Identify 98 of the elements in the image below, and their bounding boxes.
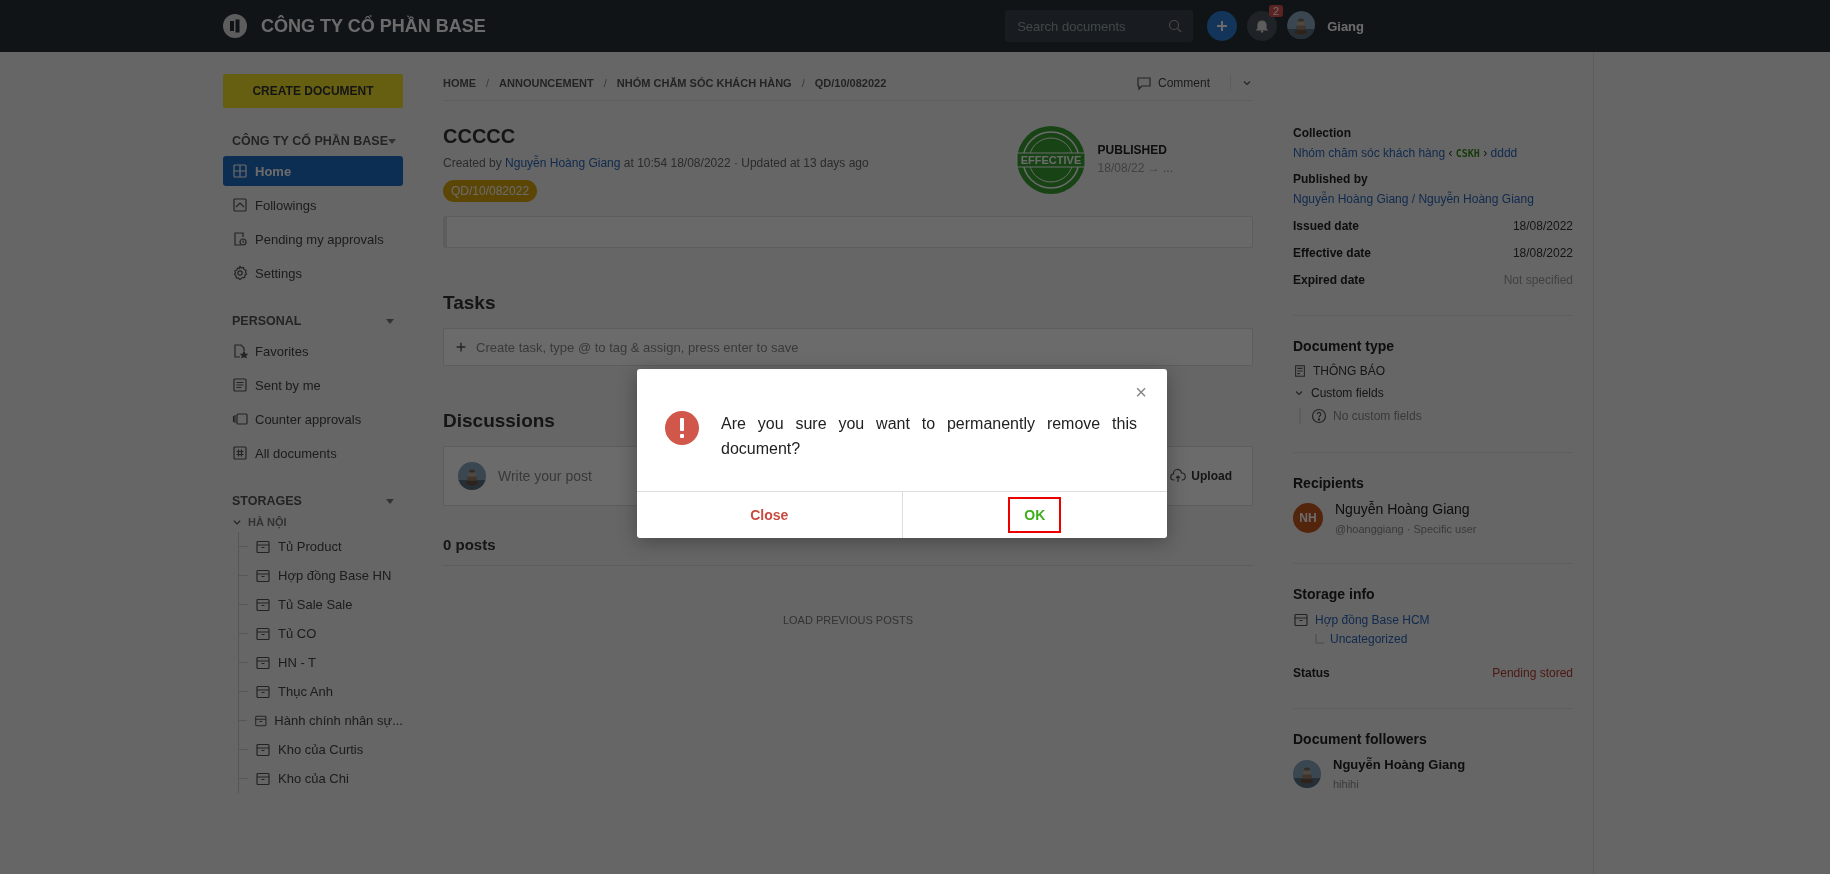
archive-box-icon bbox=[255, 741, 271, 758]
sidebar-item[interactable]: Counter approvals bbox=[223, 404, 403, 434]
document-tag: QD/10/082022 bbox=[443, 180, 538, 202]
field-label: Collection bbox=[1293, 126, 1352, 140]
document-meta: Created by Nguyễn Hoàng Giang at 10:54 18/08/2022 · Updated at 13 days ago bbox=[443, 156, 869, 170]
sidebar-item[interactable]: All documents bbox=[223, 438, 403, 468]
hash-document-icon bbox=[232, 445, 248, 461]
archive-box-icon bbox=[255, 683, 271, 700]
archive-box-icon bbox=[255, 596, 271, 613]
storage-link[interactable]: Hợp đồng Base HCM bbox=[1315, 613, 1430, 627]
storage-item[interactable]: Tủ Product bbox=[239, 532, 403, 561]
sidebar-item[interactable]: Home bbox=[223, 156, 403, 186]
field-value: 18/08/2022 bbox=[1512, 219, 1573, 233]
field-value: Pending stored bbox=[1492, 666, 1573, 680]
breadcrumb-link[interactable]: NHÓM CHĂM SÓC KHÁCH HÀNG bbox=[616, 77, 792, 89]
comment-button[interactable]: Comment bbox=[1126, 75, 1220, 91]
search-icon bbox=[1167, 18, 1184, 34]
logo-icon bbox=[223, 14, 247, 38]
publisher-link[interactable]: Nguyễn Hoàng Giang / Nguyễn Hoàng Giang bbox=[1293, 192, 1534, 206]
sidebar-item[interactable]: Sent by me bbox=[223, 370, 403, 400]
bell-icon bbox=[1254, 18, 1271, 34]
add-button[interactable] bbox=[1207, 11, 1238, 41]
breadcrumb-link[interactable]: HOME bbox=[443, 77, 476, 89]
comment-icon bbox=[1136, 75, 1152, 91]
archive-box-icon bbox=[255, 625, 271, 642]
section-title[interactable]: CÔNG TY CỔ PHẦN BASE bbox=[232, 134, 389, 148]
storage-item[interactable]: Hành chính nhân sự... bbox=[239, 706, 403, 735]
chart-icon bbox=[232, 197, 248, 213]
plus-icon bbox=[454, 340, 468, 354]
warning-icon bbox=[665, 411, 699, 445]
dialog-button[interactable]: OK bbox=[1008, 497, 1062, 533]
cloud-upload-icon bbox=[1170, 468, 1187, 484]
sidebar-item[interactable]: Followings bbox=[223, 190, 403, 220]
section-heading: Tasks bbox=[443, 292, 496, 314]
breadcrumb-separator: / bbox=[486, 77, 490, 89]
archive-box-icon bbox=[255, 654, 271, 671]
storage-item[interactable]: HN - T bbox=[239, 648, 403, 677]
sidebar-item[interactable]: Settings bbox=[223, 258, 403, 288]
section-heading: Discussions bbox=[443, 410, 555, 432]
section-heading: Recipients bbox=[1293, 475, 1365, 491]
storage-item[interactable]: Kho của Curtis bbox=[239, 735, 403, 764]
collection-link[interactable]: dddd bbox=[1490, 146, 1518, 160]
collection-code: CSKH bbox=[1455, 148, 1480, 159]
storage-item[interactable]: Kho của Chi bbox=[239, 764, 403, 793]
author-link[interactable]: Nguyễn Hoàng Giang bbox=[505, 156, 621, 170]
field-label: Status bbox=[1293, 666, 1330, 680]
separator: › bbox=[1483, 146, 1488, 160]
grid-icon bbox=[232, 163, 248, 179]
collection-link[interactable]: Nhóm chăm sóc khách hàng bbox=[1293, 146, 1446, 160]
storage-link[interactable]: Uncategorized bbox=[1330, 632, 1408, 646]
dialog-button[interactable]: Close bbox=[734, 497, 805, 533]
section-heading: Document type bbox=[1293, 338, 1396, 354]
document-status: PUBLISHED bbox=[1097, 143, 1168, 157]
pages-icon bbox=[232, 411, 248, 427]
field-value: 18/08/2022 bbox=[1512, 246, 1573, 260]
breadcrumb-separator: / bbox=[801, 77, 805, 89]
document-title: CCCCC bbox=[443, 125, 517, 148]
storage-item[interactable]: Hợp đồng Base HN bbox=[239, 561, 403, 590]
custom-fields-toggle[interactable]: Custom fields bbox=[1293, 386, 1573, 400]
archive-box-icon bbox=[255, 538, 271, 555]
field-label: Effective date bbox=[1293, 246, 1372, 260]
breadcrumb-link[interactable]: ANNOUNCEMENT bbox=[499, 77, 594, 89]
field-label: Expired date bbox=[1293, 273, 1366, 287]
star-document-icon bbox=[232, 343, 248, 359]
section-heading: Document followers bbox=[1293, 731, 1428, 747]
section-title[interactable]: STORAGES bbox=[232, 494, 302, 508]
storage-item[interactable]: Thục Anh bbox=[239, 677, 403, 706]
field-label: Published by bbox=[1293, 172, 1369, 186]
upload-button[interactable]: Upload bbox=[1164, 467, 1238, 485]
company-name: CÔNG TY CỔ PHẦN BASE bbox=[261, 15, 487, 37]
follower-name: Nguyễn Hoàng Giang bbox=[1333, 757, 1466, 772]
section-title[interactable]: PERSONAL bbox=[232, 314, 302, 328]
archive-box-icon bbox=[255, 567, 271, 584]
user-name[interactable]: Giang bbox=[1327, 18, 1364, 34]
separator: ‹ bbox=[1448, 146, 1453, 160]
dialog-message: Are you sure you want to permanently remove this document? bbox=[721, 414, 1137, 459]
storage-item[interactable]: Tủ Sale Sale bbox=[239, 590, 403, 619]
recipient-name: Nguyễn Hoàng Giang bbox=[1335, 501, 1471, 517]
archive-box-icon bbox=[255, 770, 271, 787]
section-heading: Storage info bbox=[1293, 586, 1376, 602]
clock-document-icon bbox=[232, 231, 248, 247]
chevron-down-icon bbox=[232, 517, 242, 527]
storage-item[interactable]: Tủ CO bbox=[239, 619, 403, 648]
breadcrumb-separator: / bbox=[603, 77, 607, 89]
sidebar-item[interactable]: Pending my approvals bbox=[223, 224, 403, 254]
settings-icon bbox=[232, 265, 248, 281]
archive-box-icon bbox=[1293, 612, 1309, 628]
question-icon bbox=[1311, 408, 1327, 424]
sidebar-item[interactable]: Favorites bbox=[223, 336, 403, 366]
create-document-button[interactable]: CREATE DOCUMENT bbox=[223, 74, 403, 108]
initials-avatar: NH bbox=[1293, 503, 1323, 533]
breadcrumb-link[interactable]: QD/10/082022 bbox=[814, 77, 887, 89]
document-type: THÔNG BÁO bbox=[1313, 364, 1385, 378]
document-icon bbox=[1293, 364, 1307, 378]
field-label: Issued date bbox=[1293, 219, 1360, 233]
list-document-icon bbox=[232, 377, 248, 393]
notification-count: 2 bbox=[1269, 5, 1284, 17]
effective-stamp: EFFECTIVE bbox=[1015, 125, 1086, 195]
